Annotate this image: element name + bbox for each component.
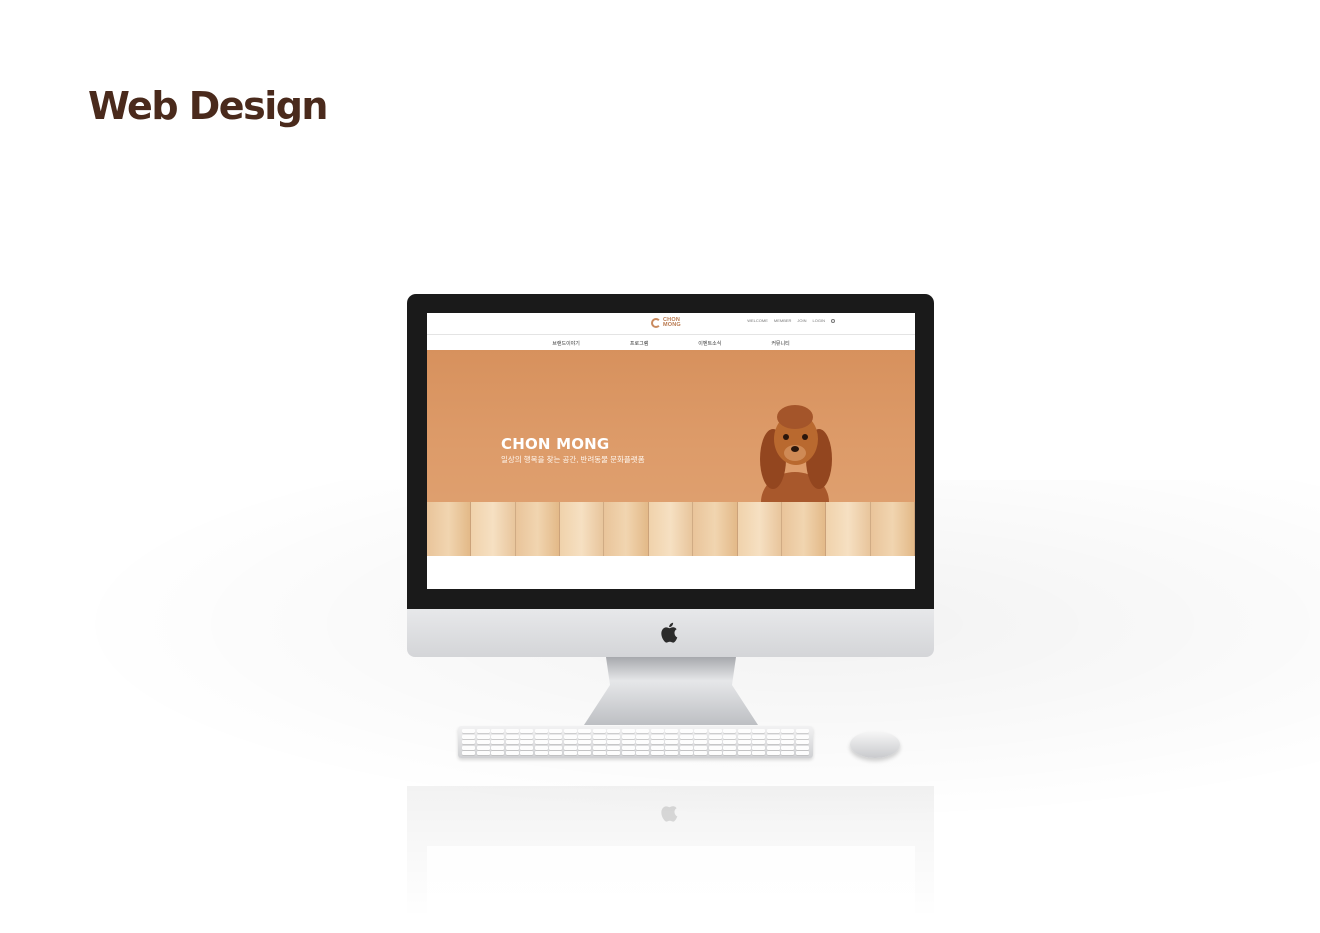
website-screen: CHON MONG WELCOME MEMBER JOIN LOGIN 브랜드이… — [427, 313, 915, 589]
hero-banner: CHON MONG 일상의 행복을 찾는 공간, 반려동물 문화플랫폼 — [427, 350, 915, 556]
hero-subtitle: 일상의 행복을 찾는 공간, 반려동물 문화플랫폼 — [501, 455, 645, 464]
nav-item-brand[interactable]: 브랜드이야기 — [552, 340, 580, 347]
logo-icon — [651, 318, 661, 328]
apple-logo-reflection-icon — [661, 806, 678, 822]
logo-line2: MONG — [663, 322, 681, 328]
util-link-login[interactable]: LOGIN — [813, 318, 825, 323]
site-nav: 브랜드이야기 프로그램 이벤트소식 커뮤니티 — [427, 336, 915, 350]
search-icon[interactable] — [831, 318, 835, 323]
site-header: CHON MONG WELCOME MEMBER JOIN LOGIN — [427, 313, 915, 335]
keyboard — [458, 726, 813, 758]
hero-title: CHON MONG — [501, 435, 610, 453]
imac-display: CHON MONG WELCOME MEMBER JOIN LOGIN 브랜드이… — [407, 294, 934, 610]
util-links: WELCOME MEMBER JOIN LOGIN — [747, 318, 835, 323]
apple-logo-icon — [661, 622, 678, 643]
logo-text: CHON MONG — [663, 317, 685, 328]
nav-item-events[interactable]: 이벤트소식 — [698, 340, 721, 347]
page-heading: Web Design — [88, 84, 328, 128]
util-link-member[interactable]: MEMBER — [774, 318, 792, 323]
mouse — [850, 731, 900, 758]
wooden-fence — [427, 502, 915, 556]
site-footer-area — [427, 556, 915, 589]
site-logo[interactable]: CHON MONG — [651, 317, 685, 328]
util-link-welcome[interactable]: WELCOME — [747, 318, 768, 323]
nav-item-community[interactable]: 커뮤니티 — [771, 340, 789, 347]
imac-reflection — [407, 786, 934, 933]
nav-item-program[interactable]: 프로그램 — [630, 340, 648, 347]
imac-chin — [407, 609, 934, 657]
util-link-join[interactable]: JOIN — [797, 318, 806, 323]
imac-stand — [584, 657, 758, 725]
